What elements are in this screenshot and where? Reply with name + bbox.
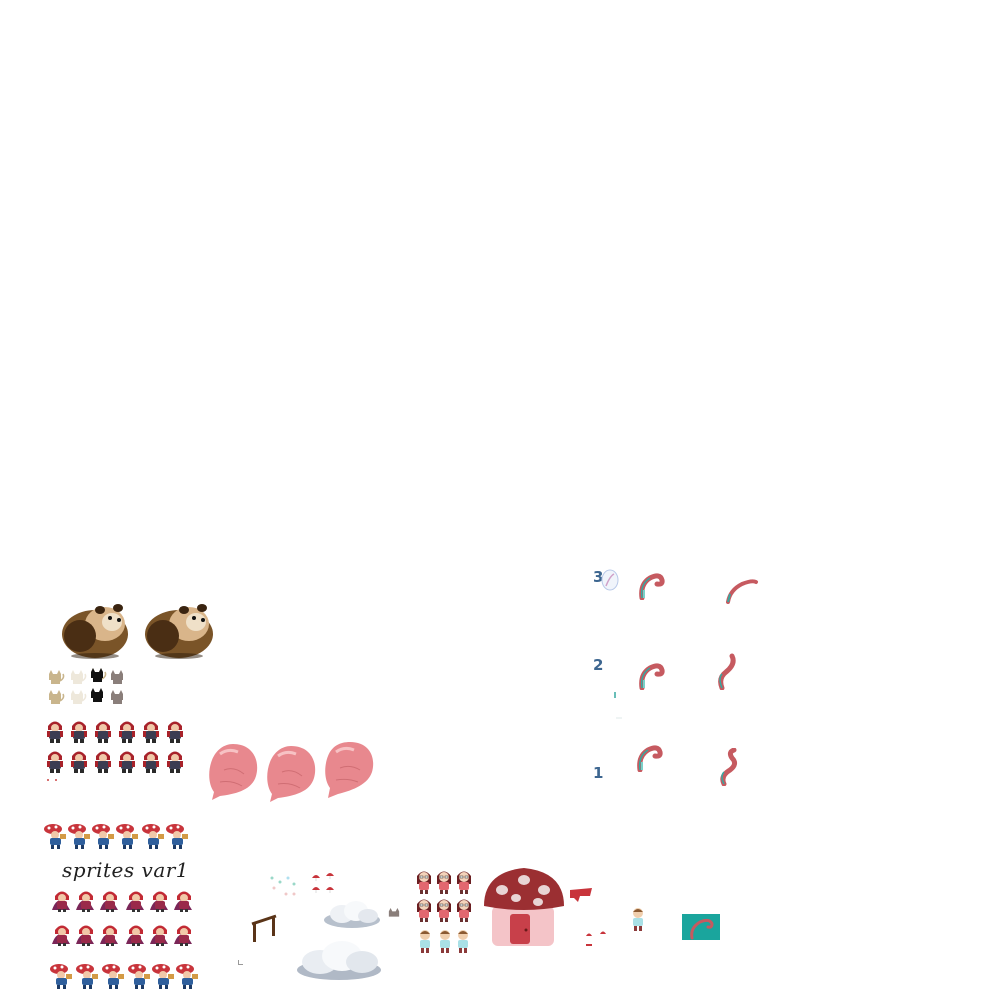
cat-sprites-grid [48, 668, 128, 708]
caped-red-hood-sprite-sheet [52, 888, 197, 950]
mushroom-house [482, 866, 566, 948]
girl-sprite-sheet [416, 870, 474, 924]
mushroom-kid-sprite-row-bottom [50, 964, 200, 992]
sprites-caption: sprites var1 [62, 858, 190, 882]
tiny-mushroom-sprites [310, 872, 338, 894]
wooden-gate-sprite [250, 914, 278, 944]
pink-balloon-1 [206, 740, 261, 802]
red-hood-sprite-sheet [46, 718, 191, 784]
frame-row-label-2: 2 [593, 656, 604, 674]
hamster-sprite-1 [60, 598, 130, 660]
tentacle-tile [682, 914, 720, 940]
cloud-small [322, 900, 384, 930]
tentacle-frame-2a [638, 662, 670, 690]
hamster-sprite-2 [143, 598, 215, 660]
tentacle-frame-2b [714, 652, 742, 690]
tentacle-frame-1b [716, 748, 744, 786]
tentacle-frame-1a [636, 744, 668, 772]
tiny-cat-sprite [388, 908, 400, 920]
boy-sprite-single [631, 908, 645, 940]
boy-sprite-row [418, 930, 472, 960]
sparkle-particles [268, 874, 300, 898]
tentacle-frame-3a [638, 572, 670, 600]
tentacle-frame-3b [724, 576, 760, 604]
teal-drip-sprite [612, 690, 624, 720]
cloud-large [294, 938, 384, 982]
tiny-marker [238, 960, 243, 965]
pink-balloon-3 [320, 738, 376, 800]
red-banner-sprite [570, 888, 594, 904]
tiny-item-sprites [584, 930, 610, 950]
mushroom-kid-sprite-row-top [44, 824, 194, 852]
pink-balloon-2 [264, 742, 319, 804]
ghost-bubble-sprite [600, 568, 620, 594]
frame-row-label-1: 1 [593, 764, 604, 782]
